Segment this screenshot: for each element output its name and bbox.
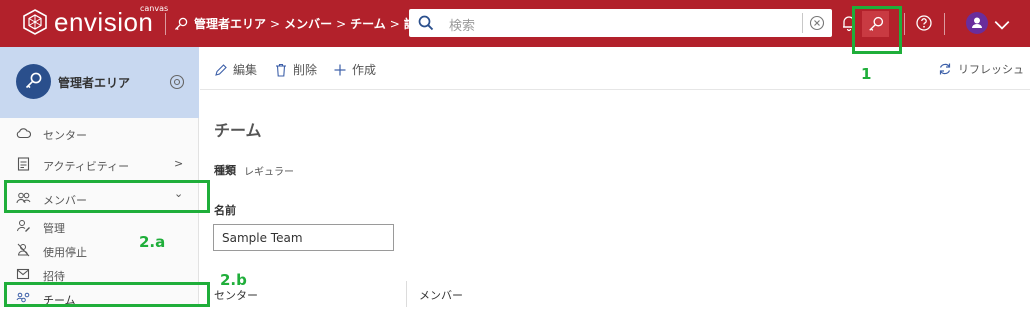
sidebar-header: 管理者エリア bbox=[0, 47, 199, 118]
disabled-user-icon bbox=[17, 243, 30, 257]
header-divider bbox=[944, 13, 945, 35]
chevron-right-icon: > bbox=[174, 157, 184, 170]
search-bar[interactable]: 検索 bbox=[409, 9, 832, 37]
mail-icon bbox=[16, 268, 30, 280]
sidebar-item-label: センター bbox=[43, 129, 87, 142]
envision-logo[interactable]: envision canvas bbox=[22, 4, 168, 37]
header-divider bbox=[165, 13, 166, 35]
sidebar-item-label: 使用停止 bbox=[43, 246, 87, 259]
name-label: 名前 bbox=[214, 204, 236, 217]
breadcrumb-admin-area[interactable]: 管理者エリア bbox=[194, 15, 266, 32]
sidebar-item-disabled[interactable]: 使用停止 bbox=[0, 238, 199, 262]
breadcrumb-separator: > bbox=[389, 16, 400, 31]
plus-icon bbox=[334, 64, 346, 75]
logo-subtext: canvas bbox=[140, 4, 169, 13]
annotation-label-2a: 2.a bbox=[139, 233, 166, 251]
edit-button[interactable]: 編集 bbox=[214, 61, 257, 78]
help-icon[interactable] bbox=[915, 14, 933, 32]
clear-icon[interactable] bbox=[809, 15, 825, 31]
settings-icon[interactable] bbox=[169, 74, 185, 90]
sidebar-item-center[interactable]: センター bbox=[0, 121, 199, 145]
annotation-box-2a bbox=[4, 180, 210, 213]
annotation-label-2b: 2.b bbox=[220, 271, 247, 289]
sidebar: 管理者エリア センター アクティビティー > メンバー ⌄ 管理 使用停止 招待… bbox=[0, 47, 199, 307]
type-label: 種類 bbox=[214, 164, 236, 177]
envision-logo-icon bbox=[23, 9, 47, 35]
trash-icon bbox=[276, 63, 286, 77]
annotation-label-1: 1 bbox=[861, 65, 872, 83]
members-column-header: メンバー bbox=[419, 289, 463, 302]
refresh-icon bbox=[939, 63, 951, 75]
annotation-box-2b bbox=[4, 282, 210, 307]
search-input[interactable]: 検索 bbox=[449, 15, 475, 34]
sidebar-item-label: アクティビティー bbox=[43, 160, 130, 173]
sidebar-item-activity[interactable]: アクティビティー > bbox=[0, 152, 199, 176]
key-icon bbox=[175, 17, 188, 30]
header-divider bbox=[904, 13, 905, 35]
search-icon[interactable] bbox=[417, 14, 435, 32]
type-value: レギュラー bbox=[244, 167, 294, 178]
chevron-down-icon[interactable] bbox=[993, 16, 1011, 34]
breadcrumb-members[interactable]: メンバー bbox=[284, 15, 332, 32]
sidebar-item-manage[interactable]: 管理 bbox=[0, 214, 199, 238]
action-toolbar: 編集 削除 作成 bbox=[200, 47, 1030, 90]
delete-button[interactable]: 削除 bbox=[274, 61, 317, 78]
team-name-field[interactable]: Sample Team bbox=[213, 224, 394, 251]
annotation-box-1 bbox=[852, 6, 902, 54]
sidebar-title: 管理者エリア bbox=[58, 76, 131, 90]
breadcrumb-separator: > bbox=[336, 16, 347, 31]
center-column-header: センター bbox=[214, 289, 258, 302]
admin-area-avatar bbox=[16, 64, 51, 99]
sidebar-item-label: 管理 bbox=[43, 222, 65, 235]
user-silhouette-icon bbox=[972, 17, 982, 28]
column-divider bbox=[406, 281, 407, 307]
create-button[interactable]: 作成 bbox=[333, 61, 376, 78]
refresh-button[interactable]: リフレッシュ bbox=[938, 61, 1024, 77]
key-icon bbox=[25, 72, 42, 89]
activity-icon bbox=[17, 157, 30, 171]
manage-user-icon bbox=[17, 220, 30, 232]
search-divider bbox=[802, 13, 803, 33]
pencil-icon bbox=[215, 63, 227, 76]
logo-text: envision bbox=[54, 7, 154, 37]
page-title: チーム bbox=[214, 121, 262, 140]
breadcrumb-separator: > bbox=[270, 16, 281, 31]
edit-label: 編集 bbox=[233, 63, 258, 77]
user-avatar-icon[interactable] bbox=[966, 12, 988, 34]
breadcrumb-team[interactable]: チーム bbox=[350, 15, 386, 32]
breadcrumb: 管理者エリア > メンバー > チーム > 詳細 bbox=[174, 15, 428, 32]
create-label: 作成 bbox=[352, 63, 377, 77]
delete-label: 削除 bbox=[293, 63, 318, 77]
refresh-label: リフレッシュ bbox=[958, 63, 1024, 76]
cloud-icon bbox=[16, 128, 31, 139]
